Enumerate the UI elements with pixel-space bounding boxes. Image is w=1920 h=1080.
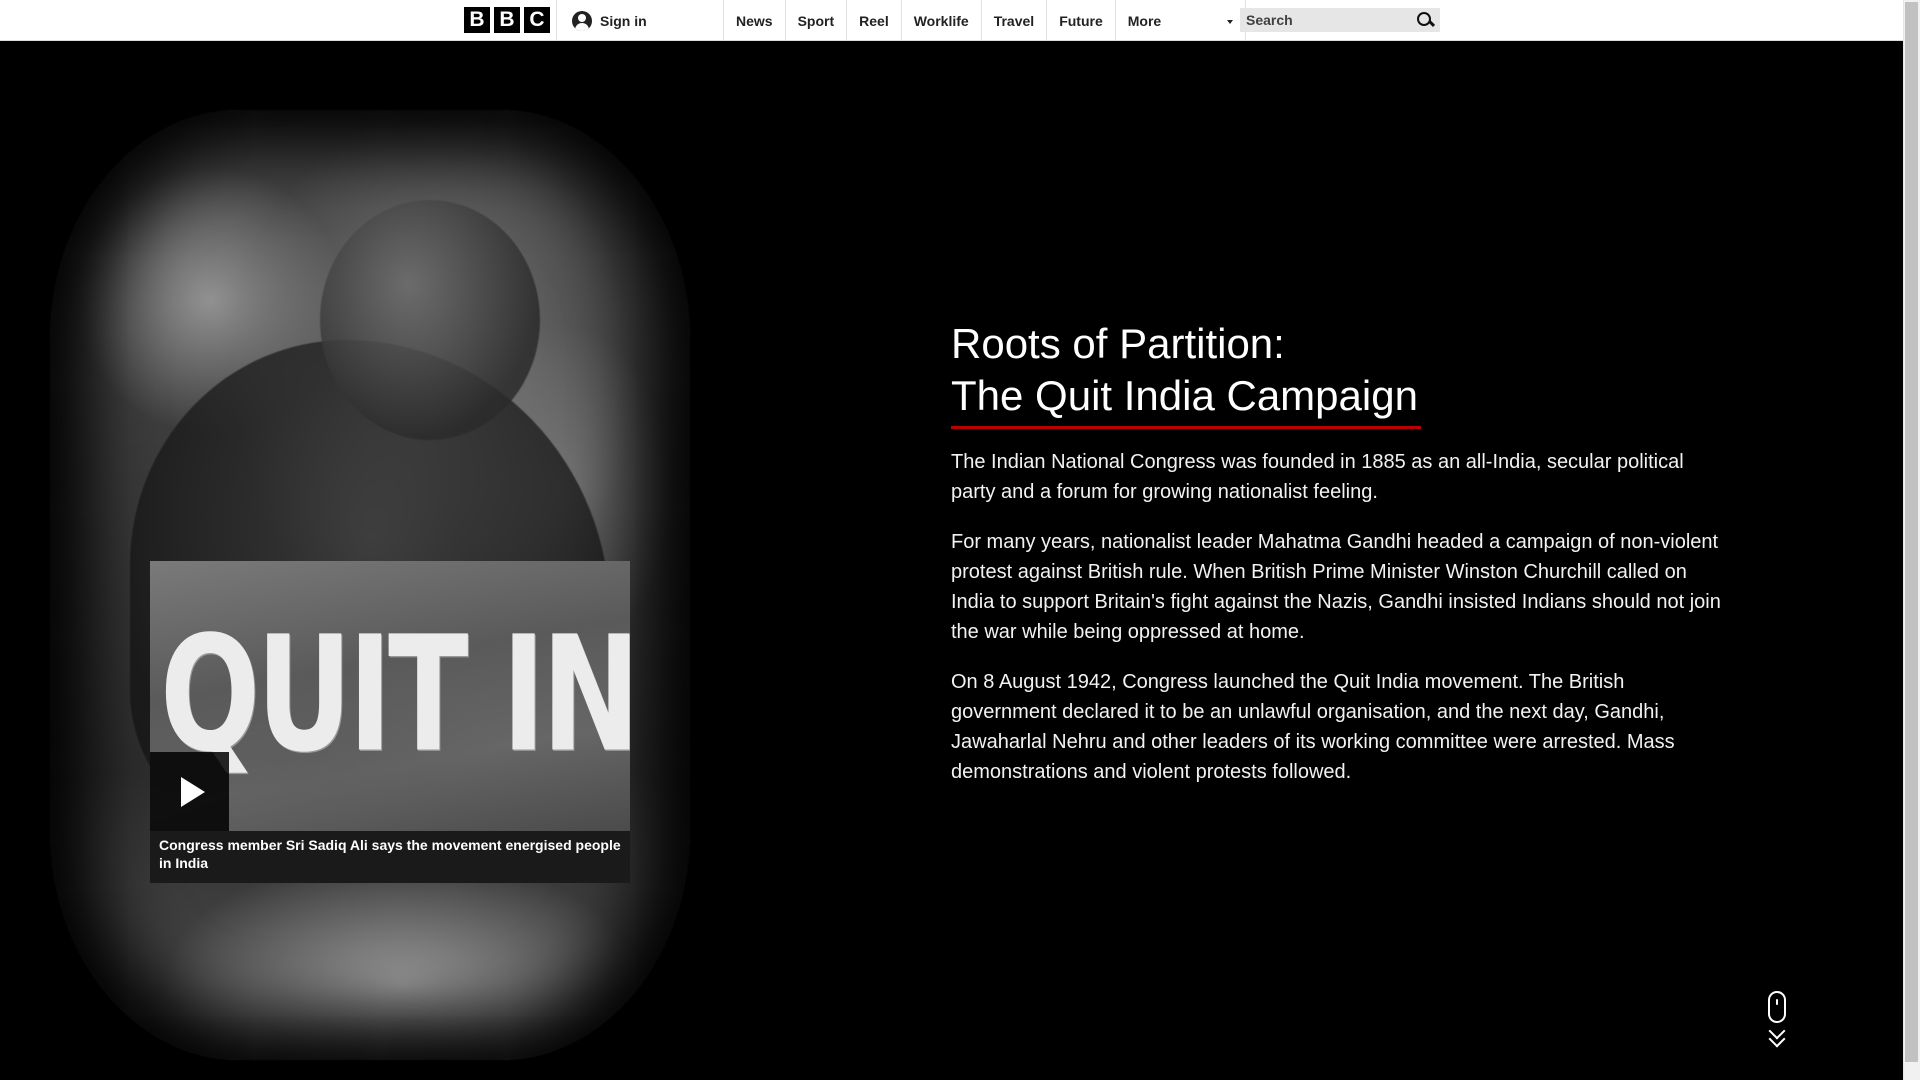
nav-reel[interactable]: Reel [846,0,901,41]
bbc-logo[interactable]: B B C [464,7,550,33]
video-caption: Congress member Sri Sadiq Ali says the m… [159,837,621,871]
main-nav: News Sport Reel Worklife Travel Future M… [723,0,1246,41]
scroll-down-indicator[interactable] [1766,991,1788,1048]
article-paragraph: On 8 August 1942, Congress launched the … [951,671,1675,783]
play-icon [180,776,205,807]
logo-letter: C [524,7,550,33]
scrollbar-thumb[interactable] [1905,2,1918,1062]
article-paragraph: The Indian National Congress was founded… [951,451,1684,503]
nav-future[interactable]: Future [1046,0,1115,41]
hero-photo-shape [320,200,540,440]
article-title-line: Roots of Partition: [951,320,1285,367]
nav-news[interactable]: News [723,0,785,41]
more-menu-button[interactable]: More [1114,0,1246,41]
article-title: Roots of Partition: The Quit India Campa… [951,318,1721,422]
title-underline [951,426,1421,429]
chevron-down-icon [1226,20,1233,24]
video-player[interactable]: QUIT INDIA Congress member Sri Sadiq Ali… [150,561,630,883]
article-paragraph: For many years, nationalist leader Mahat… [951,531,1721,643]
user-icon [572,10,592,31]
article-body: Roots of Partition: The Quit India Campa… [951,318,1721,807]
search-icon[interactable] [1416,11,1434,29]
logo-letter: B [494,7,520,33]
top-navigation-bar: B B C Sign in News Sport Reel Worklife T… [0,0,1903,41]
nav-sport[interactable]: Sport [784,0,847,41]
search-box [1240,8,1440,32]
article-title-line: The Quit India Campaign [951,372,1418,419]
search-input[interactable] [1246,12,1406,28]
play-button[interactable] [150,752,229,831]
nav-travel[interactable]: Travel [980,0,1046,41]
more-label: More [1127,12,1162,29]
sign-in-link[interactable]: Sign in [572,0,647,41]
nav-divider [556,0,557,41]
mouse-icon [1768,991,1786,1023]
logo-letter: B [464,7,490,33]
video-thumbnail-text: QUIT INDIA [160,601,630,788]
nav-worklife[interactable]: Worklife [900,0,981,41]
page-scrollbar[interactable] [1903,0,1920,1080]
sign-in-label: Sign in [600,12,647,29]
